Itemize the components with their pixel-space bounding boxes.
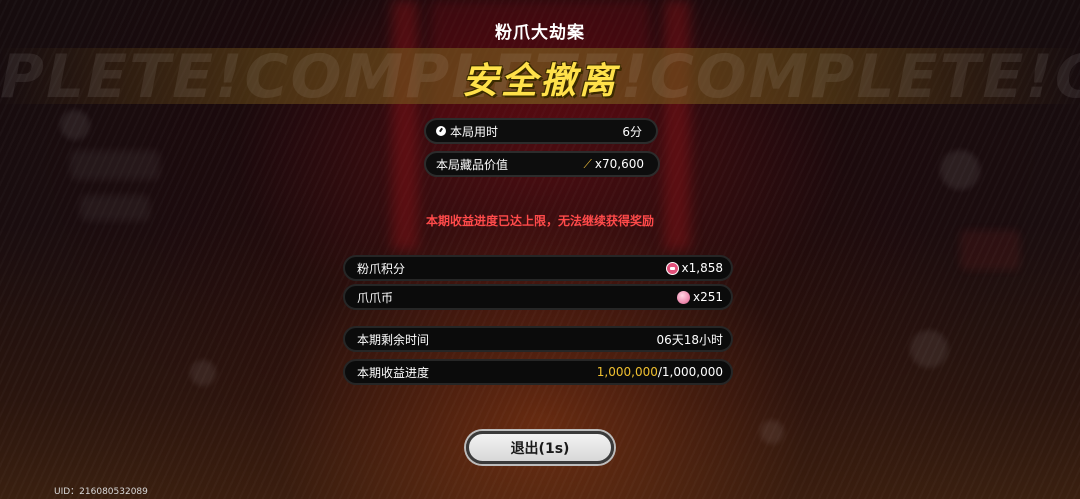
event-title: 粉爪大劫案 bbox=[495, 23, 585, 43]
period-remaining-label: 本期剩余时间 bbox=[357, 332, 430, 347]
clock-icon bbox=[436, 126, 446, 136]
background-light bbox=[940, 150, 980, 190]
reward-value: x251 bbox=[692, 290, 723, 304]
collection-value-pill: 本局藏品价值 ⟋ x70,600 bbox=[424, 151, 660, 177]
background-light bbox=[60, 110, 90, 140]
reward-label: 爪爪币 bbox=[357, 290, 394, 305]
background-light bbox=[910, 330, 948, 368]
reward-row-points: 粉爪积分 x1,858 bbox=[343, 255, 733, 281]
background-shape bbox=[960, 230, 1020, 270]
period-progress-max: /1,000,000 bbox=[657, 365, 723, 379]
reward-limit-warning: 本期收益进度已达上限，无法继续获得奖励 bbox=[425, 214, 654, 228]
match-time-value: 6分 bbox=[622, 124, 642, 139]
reward-row-coins: 爪爪币 x251 bbox=[343, 284, 733, 310]
exit-button[interactable]: 退出(1s) bbox=[466, 431, 614, 464]
background-light bbox=[760, 420, 784, 444]
period-progress-row: 本期收益进度 1,000,000 /1,000,000 bbox=[343, 359, 733, 385]
uid-label: UID：216080532089 bbox=[54, 487, 148, 497]
collection-value-label: 本局藏品价值 bbox=[436, 157, 509, 172]
collection-value-amount: x70,600 bbox=[594, 157, 644, 171]
background-light bbox=[190, 360, 216, 386]
period-progress-label: 本期收益进度 bbox=[357, 365, 430, 380]
period-progress-current: 1,000,000 bbox=[596, 365, 658, 379]
background-shape bbox=[70, 150, 160, 180]
period-remaining-value: 06天18小时 bbox=[656, 332, 723, 347]
reward-label: 粉爪积分 bbox=[357, 261, 406, 276]
period-remaining-row: 本期剩余时间 06天18小时 bbox=[343, 326, 733, 352]
match-time-pill: 本局用时 6分 bbox=[424, 118, 658, 144]
match-time-label: 本局用时 bbox=[450, 124, 499, 139]
pink-coin-icon bbox=[676, 290, 690, 304]
pink-claw-token-icon bbox=[665, 261, 679, 275]
result-title: 安全撤离 bbox=[461, 61, 618, 102]
collection-value-icon: ⟋ bbox=[583, 156, 592, 171]
reward-value: x1,858 bbox=[681, 261, 723, 275]
